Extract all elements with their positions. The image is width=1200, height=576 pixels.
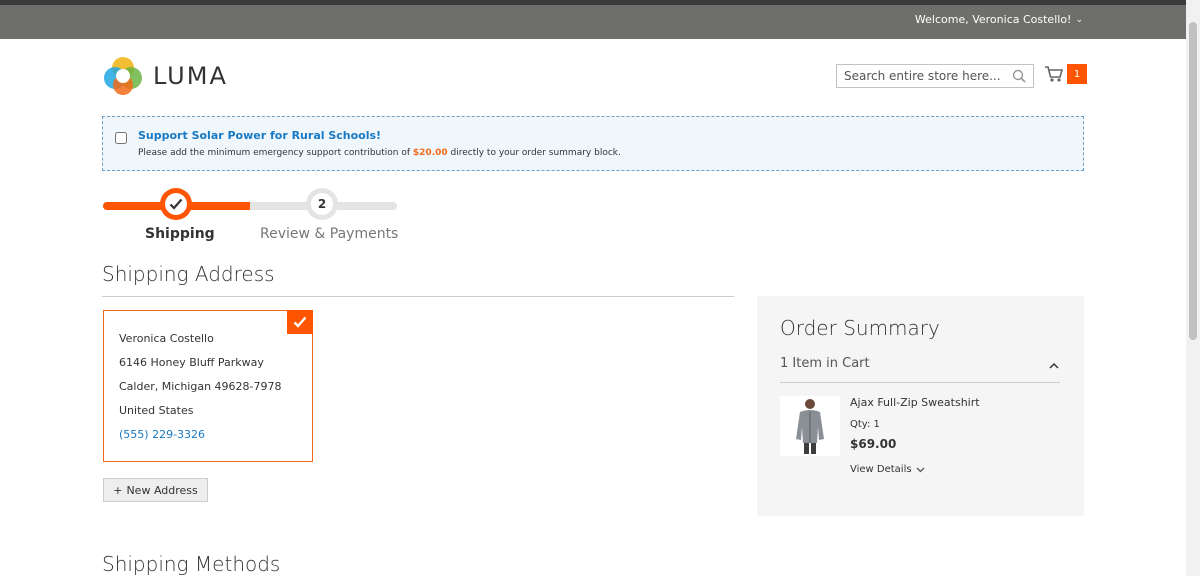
chevron-down-icon bbox=[916, 467, 925, 472]
chevron-up-icon[interactable] bbox=[1049, 358, 1059, 372]
donation-description: Please add the minimum emergency support… bbox=[138, 148, 621, 158]
order-summary-divider bbox=[780, 382, 1060, 383]
cart-icon[interactable] bbox=[1044, 65, 1064, 83]
step-shipping-marker bbox=[160, 188, 192, 220]
chevron-down-icon: ⌄ bbox=[1075, 14, 1083, 25]
product-price: $69.00 bbox=[850, 437, 897, 451]
new-address-label: New Address bbox=[126, 483, 198, 497]
selected-address-card[interactable]: Veronica Costello 6146 Honey Bluff Parkw… bbox=[103, 310, 313, 462]
checkout-progress-bar bbox=[103, 202, 397, 210]
checkmark-icon bbox=[169, 198, 183, 210]
product-image bbox=[780, 396, 840, 456]
welcome-text: Welcome, Veronica Costello! bbox=[914, 13, 1072, 26]
shipping-address-divider bbox=[102, 296, 734, 297]
selected-checkmark-icon bbox=[287, 310, 313, 334]
cart-count-badge: 1 bbox=[1067, 64, 1087, 84]
step-review-marker: 2 bbox=[306, 188, 338, 220]
address-country: United States bbox=[119, 404, 194, 417]
top-bar: Welcome, Veronica Costello! ⌄ bbox=[0, 0, 1200, 39]
luma-logo[interactable]: LUMA bbox=[103, 56, 228, 96]
product-qty: Qty: 1 bbox=[850, 419, 880, 430]
donation-notice: Support Solar Power for Rural Schools! P… bbox=[102, 116, 1084, 171]
search-box[interactable]: Search entire store here... bbox=[836, 64, 1034, 88]
items-in-cart-toggle[interactable]: 1 Item in Cart bbox=[780, 356, 870, 371]
donation-title: Support Solar Power for Rural Schools! bbox=[138, 129, 382, 142]
view-details-toggle[interactable]: View Details bbox=[850, 464, 925, 475]
address-name: Veronica Costello bbox=[119, 332, 214, 345]
address-phone-link[interactable]: (555) 229-3326 bbox=[119, 428, 205, 441]
view-details-label: View Details bbox=[850, 464, 912, 475]
new-address-button[interactable]: + New Address bbox=[103, 478, 208, 502]
donation-amount: $20.00 bbox=[412, 148, 448, 158]
shipping-address-title: Shipping Address bbox=[102, 262, 275, 286]
welcome-menu[interactable]: Welcome, Veronica Costello! ⌄ bbox=[915, 13, 1083, 26]
order-summary-panel: Order Summary 1 Item in Cart Ajax Full-Z… bbox=[757, 296, 1084, 516]
order-summary-title: Order Summary bbox=[780, 316, 940, 340]
product-name: Ajax Full-Zip Sweatshirt bbox=[850, 396, 980, 409]
search-input[interactable]: Search entire store here... bbox=[844, 69, 1012, 83]
mini-cart[interactable]: 1 bbox=[1044, 64, 1087, 84]
step-review-number: 2 bbox=[311, 193, 333, 215]
address-street: 6146 Honey Bluff Parkway bbox=[119, 356, 264, 369]
page-scrollbar[interactable] bbox=[1186, 0, 1200, 576]
shipping-methods-title: Shipping Methods bbox=[102, 552, 281, 576]
step-review-label[interactable]: Review & Payments bbox=[260, 226, 398, 242]
address-city: Calder, Michigan 49628-7978 bbox=[119, 380, 282, 393]
donation-desc-post: directly to your order summary block. bbox=[447, 148, 621, 158]
logo-text: LUMA bbox=[153, 62, 228, 90]
search-icon[interactable] bbox=[1012, 69, 1026, 83]
donation-desc-pre: Please add the minimum emergency support… bbox=[138, 148, 413, 158]
luma-logo-icon bbox=[104, 57, 142, 95]
step-shipping-label: Shipping bbox=[145, 226, 215, 242]
scrollbar-thumb[interactable] bbox=[1189, 22, 1197, 340]
plus-icon: + bbox=[113, 483, 123, 497]
donation-checkbox[interactable] bbox=[115, 132, 127, 144]
sweatshirt-image-icon bbox=[796, 399, 824, 454]
